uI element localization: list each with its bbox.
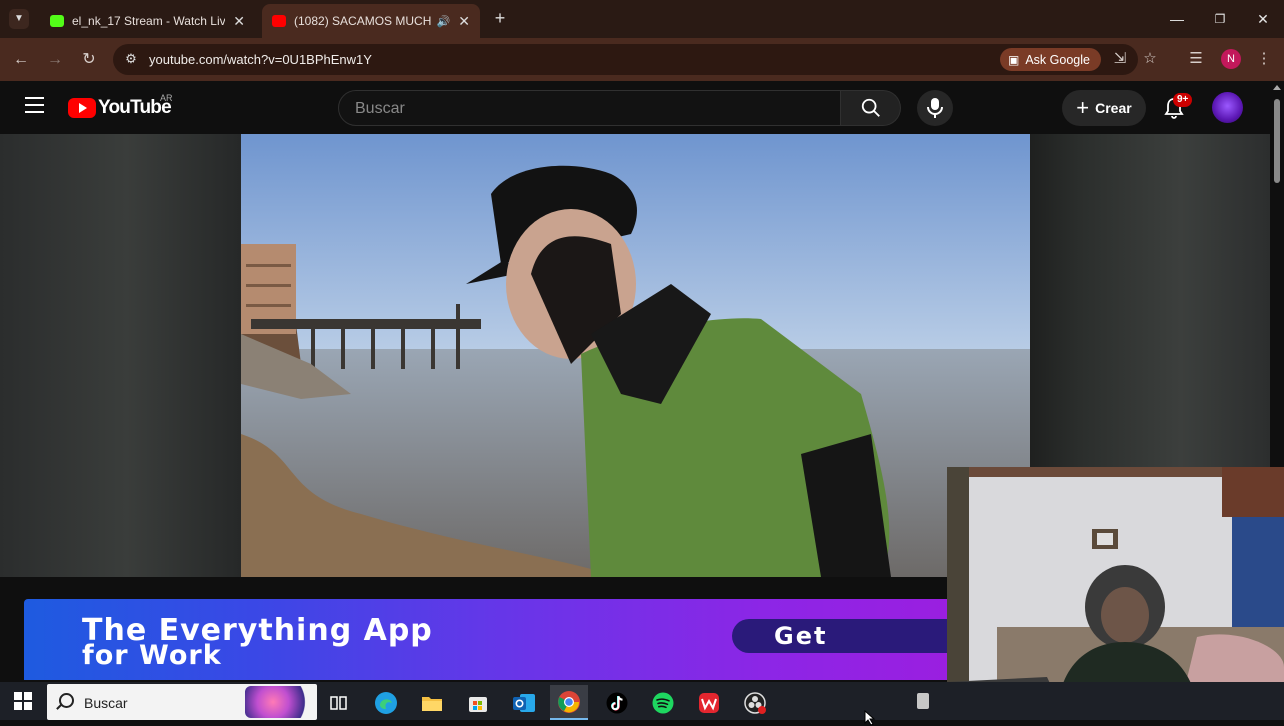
search-icon [59, 693, 74, 708]
video-scene-image [241, 134, 1030, 577]
search-button[interactable] [841, 90, 901, 126]
wps-office-icon[interactable] [690, 685, 728, 720]
tab-title: el_nk_17 Stream - Watch Live on [72, 14, 226, 28]
tray-app-icon[interactable] [917, 693, 929, 709]
ask-google-button[interactable]: ▣ Ask Google [1000, 48, 1101, 71]
outlook-icon[interactable] [505, 685, 543, 720]
minimize-icon[interactable]: — [1162, 8, 1192, 30]
taskbar-search[interactable]: Buscar [47, 684, 317, 720]
region-code: AR [160, 93, 173, 103]
video-frame[interactable] [241, 134, 1030, 577]
lens-icon: ▣ [1008, 52, 1020, 67]
browser-tab-strip: ▼ el_nk_17 Stream - Watch Live on ✕ (108… [0, 0, 1284, 38]
close-tab-icon[interactable]: ✕ [458, 13, 470, 30]
youtube-logo[interactable]: YouTube [68, 97, 172, 119]
bookmark-star-icon[interactable]: ☆ [1139, 48, 1161, 70]
ad-subheadline: for Work [82, 640, 222, 671]
voice-search-button[interactable] [917, 90, 953, 126]
scroll-up-arrow-icon[interactable] [1273, 85, 1281, 90]
tab-search-button[interactable]: ▼ [9, 9, 29, 29]
scroll-thumb[interactable] [1274, 99, 1280, 183]
youtube-masthead: YouTube AR + Crear 9+ [0, 81, 1284, 134]
youtube-favicon-icon [272, 15, 286, 27]
back-icon[interactable]: ← [9, 48, 33, 72]
microphone-icon [927, 98, 943, 118]
ask-google-label: Ask Google [1025, 52, 1090, 67]
close-window-icon[interactable]: ✕ [1248, 8, 1278, 30]
task-view-icon[interactable] [320, 685, 358, 720]
tiktok-icon[interactable] [598, 685, 636, 720]
ad-banner[interactable]: The Everything App for Work Get [24, 599, 947, 680]
chevron-down-icon: ▼ [14, 13, 24, 24]
create-label: Crear [1095, 100, 1132, 116]
chrome-icon[interactable] [550, 685, 588, 720]
browser-tab-youtube[interactable]: (1082) SACAMOS MUCHOS 🔊 ✕ [262, 4, 480, 38]
youtube-play-icon [68, 98, 96, 118]
create-button[interactable]: + Crear [1062, 90, 1146, 126]
site-info-icon[interactable]: ⚙ [123, 51, 139, 67]
restore-icon[interactable]: ❐ [1205, 8, 1235, 30]
notification-badge: 9+ [1173, 93, 1193, 107]
browser-toolbar: ← → ↻ ⚙ youtube.com/watch?v=0U1BPhEnw1Y … [0, 38, 1284, 81]
windows-taskbar: Buscar [0, 682, 1284, 726]
menu-kebab-icon[interactable]: ⋮ [1253, 48, 1275, 70]
ad-cta-button[interactable]: Get [732, 619, 947, 653]
taskbar-search-placeholder[interactable]: Buscar [84, 695, 128, 711]
install-app-icon[interactable]: ⇲ [1109, 48, 1131, 70]
address-bar[interactable]: ⚙ youtube.com/watch?v=0U1BPhEnw1Y ▣ Ask … [113, 44, 1138, 75]
url-text[interactable]: youtube.com/watch?v=0U1BPhEnw1Y [149, 52, 372, 67]
media-controls-icon[interactable]: ☰ [1185, 48, 1207, 70]
browser-tab-kick-stream[interactable]: el_nk_17 Stream - Watch Live on ✕ [40, 4, 255, 38]
file-explorer-icon[interactable] [413, 685, 451, 720]
close-tab-icon[interactable]: ✕ [233, 13, 245, 30]
spotify-icon[interactable] [644, 685, 682, 720]
profile-avatar[interactable]: N [1221, 49, 1241, 69]
search-input[interactable] [353, 99, 827, 119]
obs-studio-icon[interactable] [736, 685, 774, 720]
kick-favicon-icon [50, 15, 64, 27]
microsoft-store-icon[interactable] [459, 685, 497, 720]
forward-icon[interactable]: → [43, 48, 67, 72]
tab-title: (1082) SACAMOS MUCHOS [294, 14, 431, 28]
mouse-cursor-icon [864, 710, 876, 726]
plus-icon: + [1076, 95, 1090, 120]
speaker-icon[interactable]: 🔊 [437, 15, 451, 28]
search-icon [861, 98, 880, 117]
edge-icon[interactable] [367, 685, 405, 720]
reload-icon[interactable]: ↻ [77, 48, 101, 72]
new-tab-button[interactable]: + [490, 8, 510, 28]
search-highlight-art [245, 686, 315, 718]
account-avatar[interactable] [1212, 92, 1243, 123]
search-box[interactable] [338, 90, 841, 126]
windows-start-icon[interactable] [14, 692, 32, 710]
hamburger-menu-icon[interactable] [25, 97, 44, 113]
